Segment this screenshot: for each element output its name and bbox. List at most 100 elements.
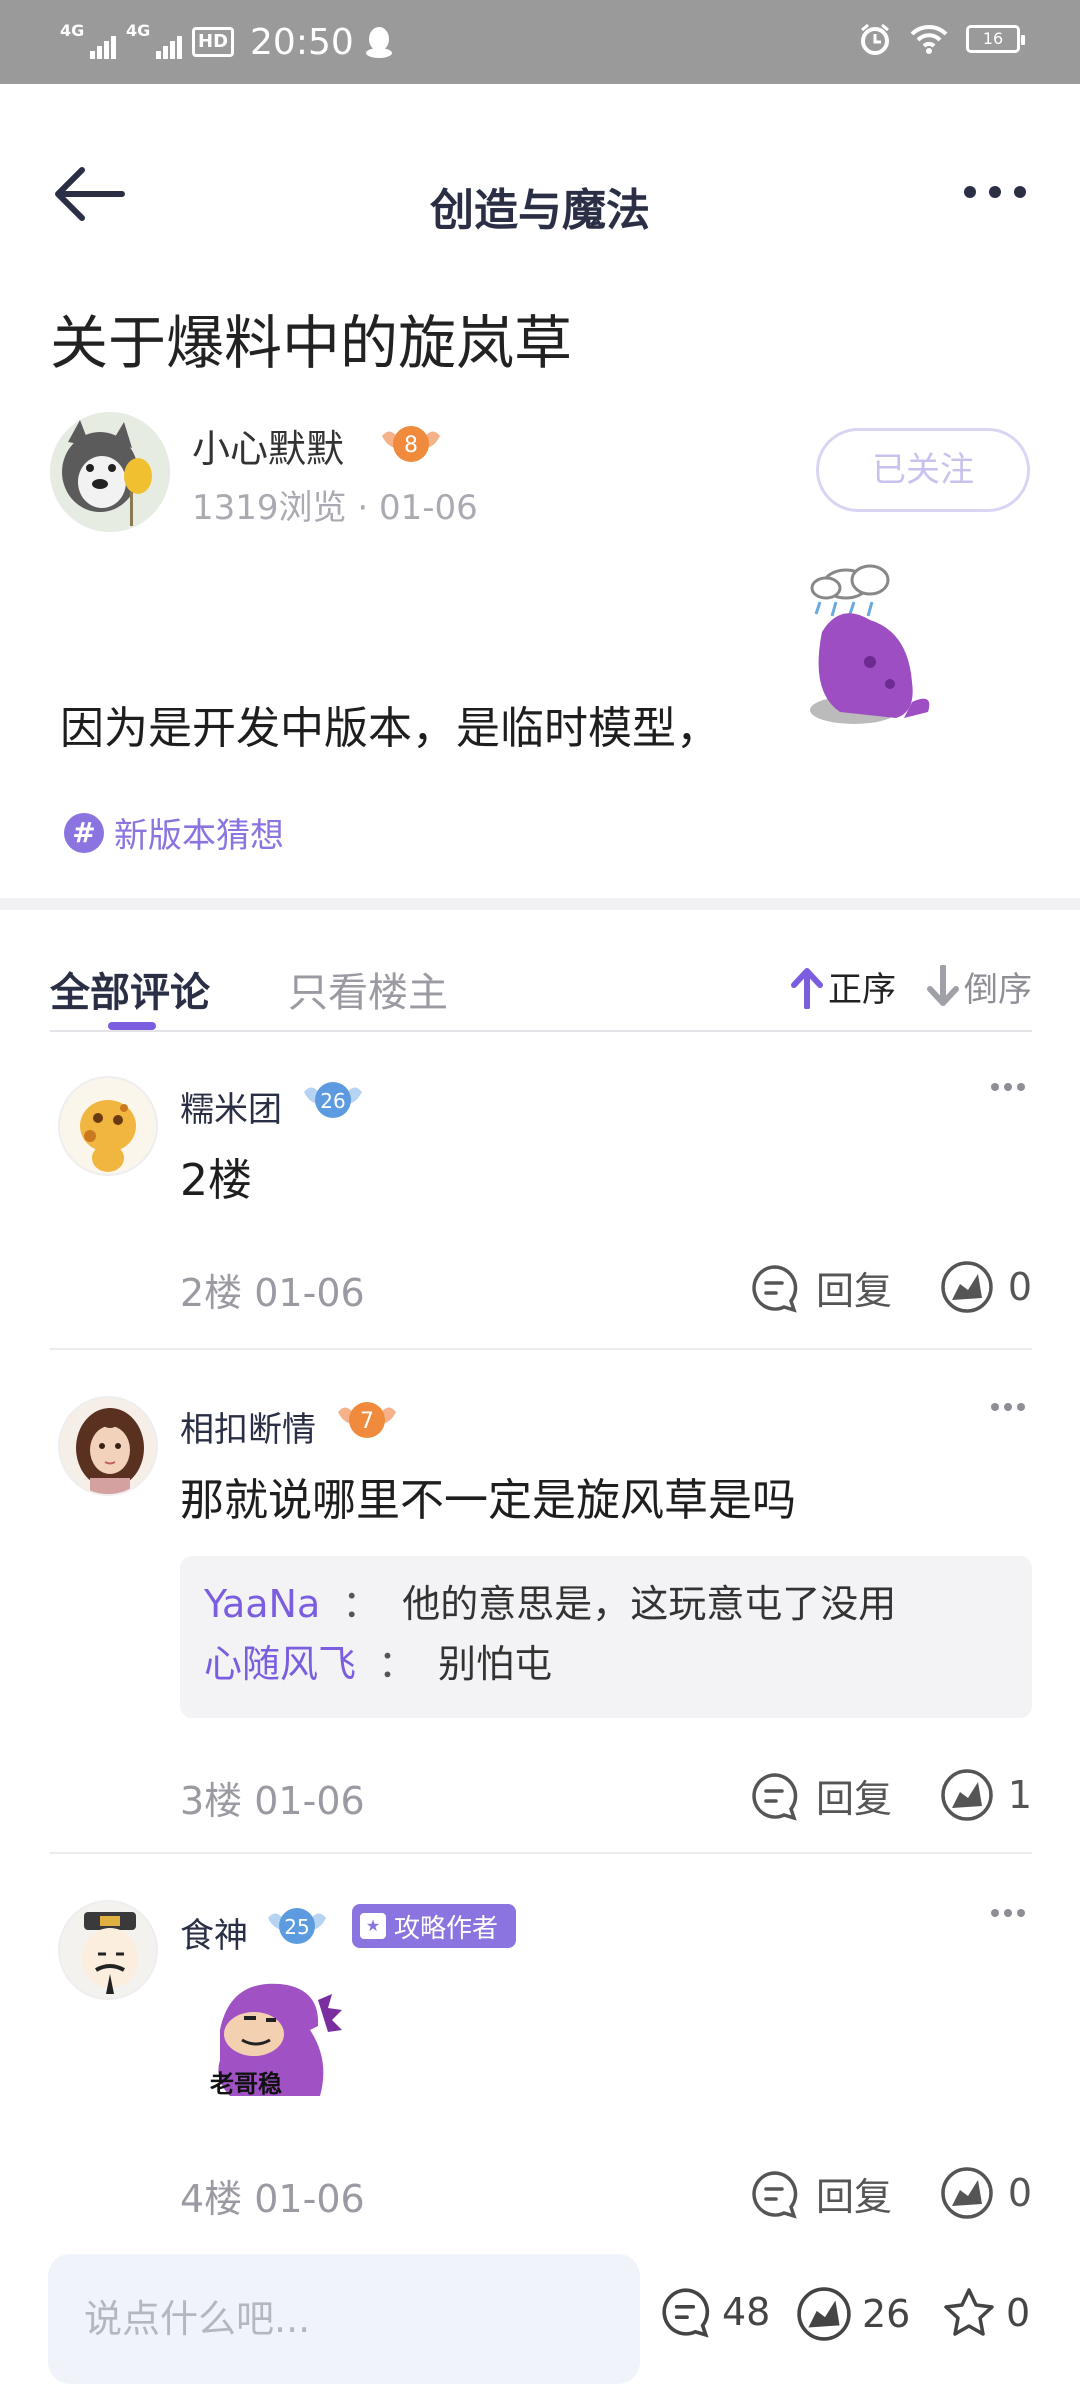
- guide-author-badge: ★ 攻略作者: [352, 1904, 516, 1948]
- favorite-button[interactable]: 0: [942, 2286, 1030, 2340]
- commenter-name[interactable]: 食神: [180, 1908, 248, 1957]
- comment-more-icon[interactable]: [990, 1082, 1026, 1092]
- sub-reply-author[interactable]: YaaNa: [204, 1582, 320, 1626]
- comment-item: 糯米团 26 2楼 2楼 01-06 回复 0: [50, 1066, 1032, 1346]
- arrow-down-icon: [927, 964, 959, 1006]
- guide-author-label: 攻略作者: [394, 1913, 499, 1944]
- tab-owner-only[interactable]: 只看楼主: [288, 960, 448, 1018]
- post-title: 关于爆料中的旋岚草: [50, 309, 573, 377]
- favorites-count: 0: [1006, 2291, 1031, 2335]
- page-title: 创造与魔法: [430, 185, 650, 236]
- sad-dino-sticker: [810, 564, 930, 724]
- signal-icon: 4G: [60, 21, 116, 59]
- sort-descending-button[interactable]: 倒序: [926, 962, 1032, 1011]
- comment-more-icon[interactable]: [990, 1402, 1026, 1412]
- comment-item: 相扣断情 7 那就说哪里不一定是旋风草是吗 YaaNa ： 他的意思是，这玩意屯了没…: [50, 1386, 1032, 1846]
- reply-label: 回复: [815, 1777, 892, 1821]
- qq-penguin-icon: [365, 27, 392, 58]
- sub-replies[interactable]: YaaNa ： 他的意思是，这玩意屯了没用 心随风飞 ： 别怕屯: [180, 1556, 1032, 1718]
- sub-reply-author[interactable]: 心随风飞: [204, 1642, 356, 1686]
- comment-bubble-icon: [752, 1772, 798, 1821]
- comment-floor-date: 2楼 01-06: [180, 1271, 365, 1315]
- sub-reply-text: 别怕屯: [438, 1642, 553, 1686]
- arrow-up-icon: [791, 967, 823, 1009]
- post-body: 因为是开发中版本，是临时模型，: [60, 703, 720, 754]
- level-badge: 7: [336, 1394, 398, 1444]
- likes-count-button[interactable]: 26: [796, 2286, 910, 2342]
- commenter-avatar[interactable]: [58, 1396, 158, 1496]
- reply-button[interactable]: 回复: [750, 2166, 892, 2221]
- hd-icon: HD: [192, 27, 235, 57]
- dino-sticker: 老哥稳: [210, 1983, 342, 2098]
- alarm-icon: [861, 23, 889, 55]
- header: 创造与魔法: [0, 84, 1080, 314]
- reply-label: 回复: [815, 2175, 892, 2219]
- comment-divider: [50, 1348, 1032, 1350]
- wifi-icon: [910, 24, 948, 54]
- network-type-2: 4G: [126, 21, 151, 40]
- reply-button[interactable]: 回复: [750, 1768, 892, 1823]
- star-outline-icon: [944, 2288, 994, 2336]
- commenter-name[interactable]: 相扣断情: [180, 1402, 316, 1451]
- level-badge: 26: [302, 1074, 364, 1124]
- sort-asc-label: 正序: [828, 970, 896, 1010]
- like-count: 1: [1007, 1773, 1032, 1817]
- comments-count-button[interactable]: 48: [660, 2286, 770, 2338]
- comment-more-icon[interactable]: [990, 1908, 1026, 1918]
- sticker-caption: 老哥稳: [210, 2070, 282, 2098]
- comment-item: 食神 25 ★ 攻略作者 老哥稳 4楼 01-06 回复 0: [50, 1892, 1032, 2222]
- comment-floor-date: 4楼 01-06: [180, 2177, 365, 2221]
- comment-input[interactable]: 说点什么吧...: [48, 2254, 640, 2384]
- like-button[interactable]: 1: [940, 1768, 1032, 1822]
- like-icon: [941, 2167, 993, 2219]
- like-count: 0: [1007, 2171, 1032, 2215]
- like-button[interactable]: 0: [940, 1260, 1032, 1314]
- like-icon: [941, 1769, 993, 1821]
- author-row: 小心默默 8 1319浏览 · 01-06 已关注: [50, 408, 1030, 538]
- sort-desc-label: 倒序: [964, 970, 1032, 1010]
- like-button[interactable]: 0: [940, 2166, 1032, 2220]
- battery-icon: 16: [966, 25, 1025, 53]
- comment-text: 2楼: [180, 1155, 252, 1206]
- author-level-badge: 8: [380, 418, 442, 468]
- status-bar: 4G 4G HD 20:50 16: [0, 0, 1080, 84]
- tab-all-comments[interactable]: 全部评论: [50, 960, 210, 1018]
- reply-label: 回复: [815, 1269, 892, 1313]
- comment-bubble-icon: [752, 1264, 798, 1313]
- clock: 20:50: [250, 21, 354, 63]
- commenter-avatar[interactable]: [58, 1900, 158, 2000]
- like-count: 0: [1007, 1265, 1032, 1309]
- reply-button[interactable]: 回复: [750, 1260, 892, 1315]
- author-avatar[interactable]: [50, 412, 170, 532]
- more-options-icon[interactable]: [962, 180, 1028, 204]
- comment-bubble-icon: [662, 2288, 710, 2338]
- sub-reply-separator: ：: [342, 1582, 381, 1626]
- hash-icon: #: [64, 812, 104, 853]
- comment-bubble-icon: [752, 2170, 798, 2219]
- commenter-name[interactable]: 糯米团: [180, 1082, 282, 1131]
- level-text: 7: [360, 1409, 374, 1434]
- likes-count: 26: [862, 2292, 911, 2336]
- comments-count: 48: [722, 2290, 771, 2334]
- comment-tabs: 全部评论 只看楼主 正序 倒序: [50, 960, 1032, 1032]
- signal-icon-2: 4G: [126, 21, 182, 59]
- sub-reply-text: 他的意思是，这玩意屯了没用: [402, 1582, 897, 1626]
- commenter-avatar[interactable]: [58, 1076, 158, 1176]
- sort-ascending-button[interactable]: 正序: [790, 962, 896, 1011]
- network-type-1: 4G: [60, 21, 85, 40]
- topic-label: 新版本猜想: [114, 816, 284, 856]
- author-name[interactable]: 小心默默: [192, 418, 344, 473]
- active-tab-indicator: [108, 1022, 156, 1030]
- section-divider: [0, 898, 1080, 910]
- follow-button[interactable]: 已关注: [816, 428, 1030, 512]
- level-text: 25: [284, 1915, 309, 1939]
- like-icon: [797, 2287, 851, 2341]
- post-meta: 1319浏览 · 01-06: [192, 488, 478, 528]
- bottom-bar: 说点什么吧... 48 26 0: [0, 2240, 1080, 2408]
- level-badge: 25: [266, 1900, 328, 1950]
- topic-tag[interactable]: # 新版本猜想: [64, 808, 284, 857]
- like-icon: [941, 1261, 993, 1313]
- star-icon: ★: [360, 1913, 386, 1939]
- level-text: 26: [320, 1089, 345, 1113]
- comment-divider: [50, 1852, 1032, 1854]
